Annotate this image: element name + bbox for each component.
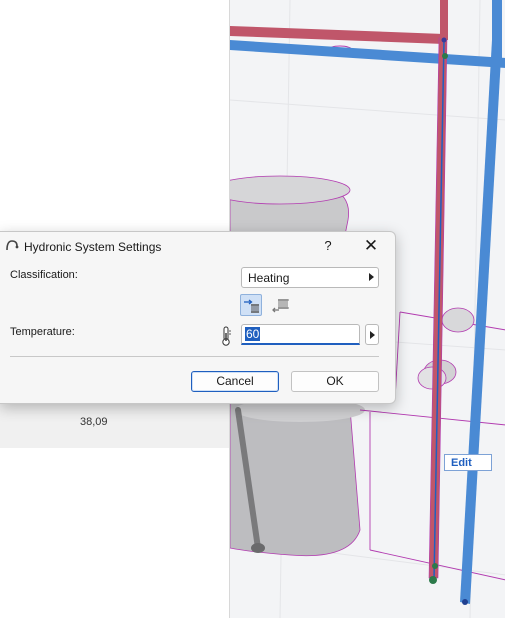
cancel-button[interactable]: Cancel (191, 371, 279, 392)
supply-mode-icon (244, 299, 259, 313)
temperature-input[interactable]: 60 (241, 324, 360, 345)
ok-button[interactable]: OK (291, 371, 379, 392)
temperature-label: Temperature: (10, 326, 75, 338)
dialog-titlebar[interactable]: Hydronic System Settings ? ✕ (0, 232, 395, 260)
dialog-divider (10, 356, 379, 357)
temperature-stepper-button[interactable] (365, 324, 379, 345)
chevron-right-icon (370, 331, 375, 339)
help-button[interactable]: ? (320, 237, 336, 255)
supply-mode-button[interactable] (240, 294, 262, 316)
temperature-value: 60 (245, 327, 261, 341)
dropdown-arrow-icon (369, 273, 374, 281)
hydronic-app-icon (5, 238, 19, 252)
return-mode-button[interactable] (270, 294, 292, 316)
classification-value: Heating (248, 271, 290, 285)
close-button[interactable]: ✕ (362, 237, 380, 255)
hydronic-settings-dialog: Hydronic System Settings ? ✕ Classificat… (0, 231, 396, 404)
thermometer-icon (220, 325, 232, 347)
classification-label: Classification: (10, 269, 78, 281)
background-strip (0, 398, 229, 448)
dialog-title: Hydronic System Settings (24, 240, 162, 254)
return-mode-icon (272, 299, 289, 313)
background-value: 38,09 (80, 416, 108, 428)
classification-dropdown[interactable]: Heating (241, 267, 379, 288)
edit-tag[interactable]: Edit (444, 454, 492, 471)
